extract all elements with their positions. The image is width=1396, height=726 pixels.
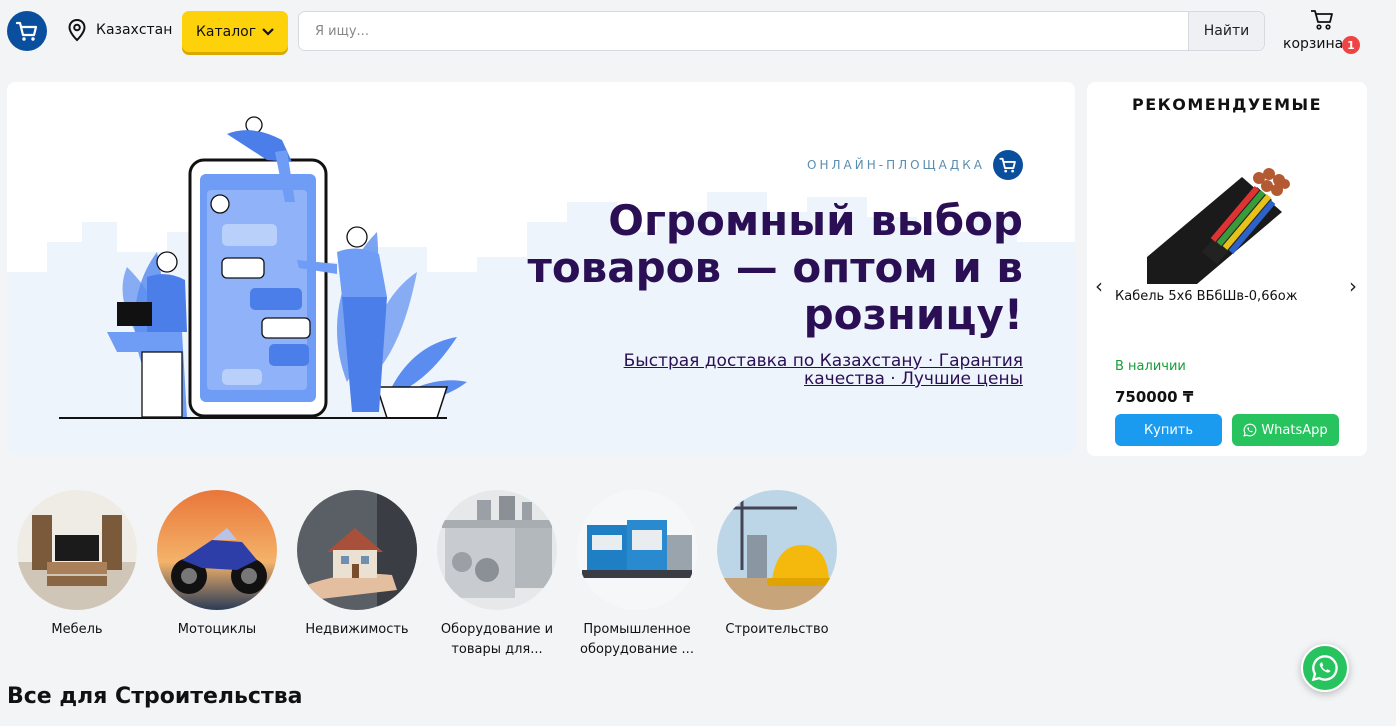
cart-label: корзина — [1283, 36, 1344, 52]
whatsapp-icon — [1243, 423, 1257, 437]
whatsapp-float-button[interactable] — [1301, 644, 1349, 692]
recommended-panel: РЕКОМЕНДУЕМЫЕ ‹ › Кабель 5х6 ВБбШв-0,66о… — [1087, 82, 1367, 456]
category-item-equipment[interactable]: Оборудование и товары для... — [427, 490, 567, 660]
hero-link-text[interactable]: Быстрая доставка по Казахстану · Гаранти… — [603, 352, 1023, 388]
category-image[interactable] — [437, 490, 557, 610]
category-image[interactable] — [717, 490, 837, 610]
location-label: Казахстан — [96, 22, 173, 38]
section-title: Все для Строительства — [7, 684, 303, 709]
cart-count-badge: 1 — [1342, 36, 1360, 54]
search-button[interactable]: Найти — [1188, 12, 1264, 50]
carousel-prev-icon[interactable]: ‹ — [1095, 274, 1103, 298]
product-image[interactable] — [1147, 162, 1297, 287]
carousel-next-icon[interactable]: › — [1349, 274, 1357, 298]
header: Казахстан Каталог Найти корзина 1 — [0, 0, 1396, 66]
category-item-industrial[interactable]: Промышленное оборудование ... — [567, 490, 707, 660]
catalog-button[interactable]: Каталог — [182, 11, 288, 52]
catalog-label: Каталог — [195, 23, 257, 40]
whatsapp-button[interactable]: WhatsApp — [1232, 414, 1339, 446]
category-list: Мебель Мотоциклы Недвижимость Оборудован… — [7, 490, 847, 660]
location-pin-icon — [68, 18, 86, 42]
hero-subtitle-text: ОНЛАЙН-ПЛОЩАДКА — [807, 158, 985, 172]
stock-status: В наличии — [1115, 359, 1186, 374]
recommended-title: РЕКОМЕНДУЕМЫЕ — [1131, 95, 1323, 114]
chevron-down-icon — [262, 27, 274, 36]
category-label: Промышленное оборудование ... — [580, 622, 694, 657]
category-image[interactable] — [17, 490, 137, 610]
category-label: Мотоциклы — [177, 622, 257, 637]
search-input[interactable] — [299, 12, 1188, 50]
product-price: 750000 ₸ — [1115, 388, 1194, 406]
category-label: Строительство — [725, 622, 829, 637]
category-item-motorcycles[interactable]: Мотоциклы — [147, 490, 287, 660]
site-logo[interactable] — [7, 11, 47, 51]
category-item-real-estate[interactable]: Недвижимость — [287, 490, 427, 660]
hero-subtitle: ОНЛАЙН-ПЛОЩАДКА — [807, 150, 1023, 180]
whatsapp-icon — [1311, 655, 1338, 682]
search-bar: Найти — [298, 11, 1265, 51]
category-item-furniture[interactable]: Мебель — [7, 490, 147, 660]
cart-logo-icon — [993, 150, 1023, 180]
category-image[interactable] — [297, 490, 417, 610]
location-selector[interactable]: Казахстан — [66, 18, 172, 42]
category-item-construction[interactable]: Строительство — [707, 490, 847, 660]
buy-button[interactable]: Купить — [1115, 414, 1222, 446]
category-image[interactable] — [157, 490, 277, 610]
category-image[interactable] — [577, 490, 697, 610]
product-name[interactable]: Кабель 5х6 ВБбШв-0,66ож — [1115, 289, 1297, 304]
category-label: Мебель — [51, 622, 103, 637]
category-label: Оборудование и товары для... — [440, 622, 554, 657]
cart-logo-icon — [15, 21, 38, 41]
hero-title: Огромный выбор товаров — оптом и в розни… — [527, 196, 1023, 339]
cart-icon — [1311, 10, 1333, 30]
cart[interactable]: корзина 1 — [1280, 8, 1364, 56]
category-label: Недвижимость — [305, 622, 409, 637]
whatsapp-label: WhatsApp — [1261, 422, 1328, 438]
hero-banner[interactable]: ОНЛАЙН-ПЛОЩАДКА Огромный выбор товаров —… — [7, 82, 1075, 455]
